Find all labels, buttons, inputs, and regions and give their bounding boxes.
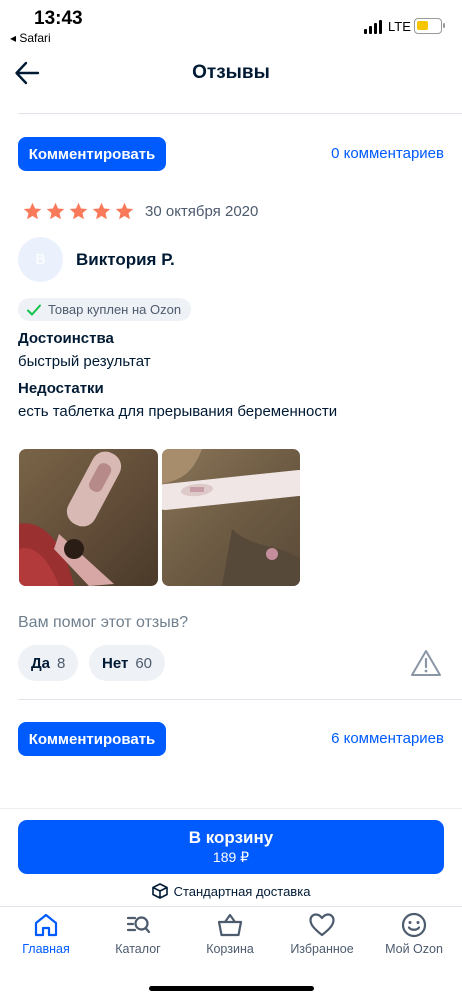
vote-no-label: Нет bbox=[102, 654, 129, 672]
cons-title: Недостатки bbox=[18, 380, 104, 397]
divider bbox=[0, 906, 462, 907]
battery-icon bbox=[414, 18, 445, 34]
delivery-info: Стандартная доставка bbox=[0, 883, 462, 899]
rating-stars bbox=[22, 201, 135, 222]
review-photo-2[interactable] bbox=[162, 449, 300, 586]
catalog-search-icon bbox=[126, 916, 151, 934]
signal-icon bbox=[364, 20, 384, 34]
vote-yes-button[interactable]: Да 8 bbox=[18, 645, 79, 681]
divider bbox=[18, 699, 462, 700]
divider bbox=[0, 808, 462, 809]
star-icon bbox=[69, 202, 88, 220]
delivery-label: Стандартная доставка bbox=[173, 883, 311, 899]
tab-cart[interactable]: Корзина bbox=[184, 912, 276, 956]
tab-my-ozon[interactable]: Мой Ozon bbox=[368, 912, 460, 956]
tab-label: Каталог bbox=[115, 942, 161, 956]
vote-no-count: 60 bbox=[135, 654, 153, 672]
vote-yes-label: Да bbox=[31, 654, 51, 672]
vote-no-button[interactable]: Нет 60 bbox=[89, 645, 166, 681]
comments-count-link[interactable]: 0 комментариев bbox=[331, 145, 444, 162]
report-warning-icon[interactable] bbox=[410, 648, 442, 678]
avatar: В bbox=[18, 237, 63, 282]
tab-favorites[interactable]: Избранное bbox=[276, 912, 368, 956]
star-icon bbox=[46, 202, 65, 220]
verified-purchase-badge: Товар куплен на Ozon bbox=[18, 298, 192, 321]
author-name: Виктория Р. bbox=[76, 250, 175, 269]
star-icon bbox=[23, 202, 42, 220]
review-date: 30 октября 2020 bbox=[145, 203, 259, 220]
helpful-question: Вам помог этот отзыв? bbox=[18, 614, 189, 631]
pros-title: Достоинства bbox=[18, 330, 114, 347]
review-photo-1[interactable] bbox=[19, 449, 158, 586]
tab-home[interactable]: Главная bbox=[0, 912, 92, 956]
heart-icon bbox=[309, 913, 335, 937]
tab-catalog[interactable]: Каталог bbox=[92, 912, 184, 956]
tab-label: Корзина bbox=[206, 942, 254, 956]
status-time: 13:43 bbox=[34, 8, 83, 29]
divider bbox=[18, 113, 462, 114]
home-indicator bbox=[149, 986, 314, 991]
add-to-cart-label: В корзину bbox=[188, 828, 274, 847]
add-to-cart-button[interactable]: В корзину 189 ₽ bbox=[18, 820, 444, 874]
home-icon bbox=[34, 913, 58, 937]
smiley-icon bbox=[401, 912, 427, 938]
page-title: Отзывы bbox=[192, 62, 270, 83]
price: 189 ₽ bbox=[212, 849, 250, 865]
checkmark-icon bbox=[27, 304, 41, 315]
star-icon bbox=[92, 202, 111, 220]
pros-text: быстрый результат bbox=[18, 353, 151, 370]
comment-button-bottom[interactable]: Комментировать bbox=[18, 722, 166, 756]
network-type: LTE bbox=[388, 19, 411, 34]
basket-icon bbox=[217, 913, 243, 937]
tab-label: Избранное bbox=[290, 942, 354, 956]
tab-label: Мой Ozon bbox=[385, 942, 443, 956]
cons-text: есть таблетка для прерывания беременност… bbox=[18, 403, 338, 420]
tab-label: Главная bbox=[22, 942, 70, 956]
verified-label: Товар куплен на Ozon bbox=[48, 302, 182, 317]
box-icon bbox=[151, 883, 168, 899]
comments-count-link-bottom[interactable]: 6 комментариев bbox=[331, 730, 444, 747]
vote-yes-count: 8 bbox=[57, 654, 66, 672]
back-to-safari-link[interactable]: ◂ Safari bbox=[10, 31, 51, 45]
star-icon bbox=[115, 202, 134, 220]
comment-button[interactable]: Комментировать bbox=[18, 137, 166, 171]
